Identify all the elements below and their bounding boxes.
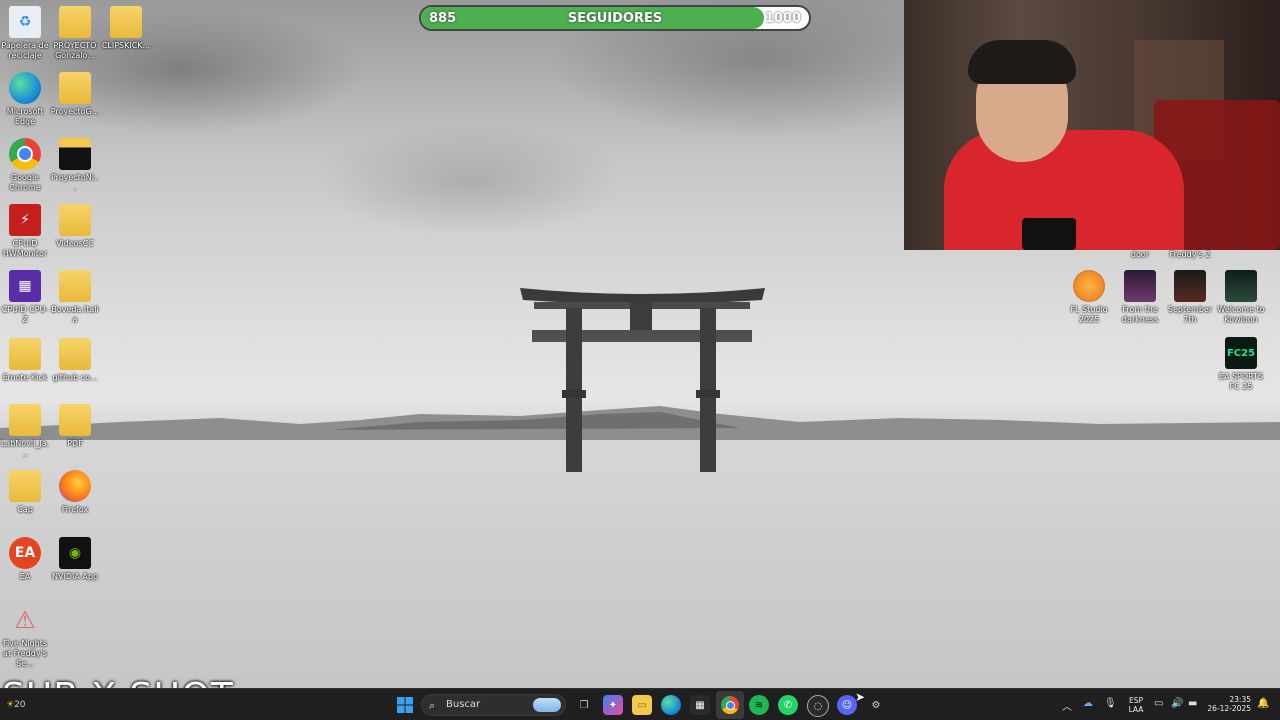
taskbar-steam[interactable]: ⚙ <box>866 695 886 715</box>
webcam-person-hair <box>968 40 1076 84</box>
game-icon <box>1124 270 1156 302</box>
file-explorer-button[interactable]: ▭ <box>632 695 652 715</box>
mouse-cursor-icon: ➤ <box>855 690 866 704</box>
folder-icon <box>9 470 41 502</box>
flstudio-icon <box>1073 270 1105 302</box>
desktop-icon-fc25[interactable]: FC25 EA SPORTS FC 25 <box>1216 337 1266 403</box>
desktop-icon-fnaf[interactable]: ⚠ Five Nights at Freddy's Se... <box>0 604 50 670</box>
copilot-icon: ✦ <box>608 699 618 711</box>
follower-goal-bar: 885 SEGUIDORES 1000 <box>419 5 811 31</box>
recycle-bin-icon: ♻ <box>9 6 41 38</box>
search-icon: ⌕ <box>429 699 436 712</box>
desktop-icon-clipskick[interactable]: CLIPSKICK... <box>101 6 151 72</box>
desktop-icon-proyectoni[interactable]: ProyectoNi... <box>50 138 100 204</box>
desktop-icon-door[interactable]: door <box>1115 250 1165 262</box>
torii-gate <box>520 288 765 472</box>
taskbar-search[interactable]: ⌕ Buscar <box>421 694 566 716</box>
desktop-icon-fl-studio[interactable]: FL Studio 2025 <box>1064 270 1114 336</box>
taskbar-chrome[interactable] <box>716 691 744 719</box>
webcam-overlay <box>904 0 1280 250</box>
desktop-icon-pdf[interactable]: PDF <box>50 404 100 470</box>
folder-icon <box>59 404 91 436</box>
desktop-icon-recycle-bin[interactable]: ♻ Papelera de reciclaje <box>0 6 50 72</box>
copilot-button[interactable]: ✦ <box>603 695 623 715</box>
folder-icon <box>59 6 91 38</box>
desktop-icon-from-the-darkness[interactable]: From the darkness <box>1115 270 1165 336</box>
desktop-icon-nvidia[interactable]: ◉ NVIDIA App <box>50 537 100 603</box>
taskbar: ☀ 20 ⌕ Buscar ❐ ✦ ▭ ▦ ≋ ✆ ◌ ☺ ⚙ ︿ ☁ 🎙 ES… <box>0 688 1280 720</box>
desktop-icon-videoscc[interactable]: VideosCC <box>50 204 100 270</box>
firefox-icon <box>59 470 91 502</box>
folder-icon <box>59 338 91 370</box>
taskbar-spotify[interactable]: ≋ <box>749 695 769 715</box>
chrome-icon <box>721 696 739 714</box>
clock[interactable]: 23:35 26-12-2025 <box>1205 695 1251 713</box>
taskbar-store[interactable]: ▦ <box>690 695 710 715</box>
hwmonitor-icon: ⚡ <box>9 204 41 236</box>
folder-icon <box>59 270 91 302</box>
desktop-icon-emote-kick[interactable]: Emote Kick <box>0 338 50 404</box>
folder-icon <box>59 204 91 236</box>
fnaf-icon: ⚠ <box>14 606 36 634</box>
webcam-microphone <box>1022 218 1076 250</box>
ea-icon: EA <box>9 537 41 569</box>
folder-icon <box>9 404 41 436</box>
follower-goal: 1000 <box>764 11 801 26</box>
chrome-icon <box>9 138 41 170</box>
desktop-icon-boveda[interactable]: Boveda.Italia <box>50 270 100 336</box>
folder-icon <box>59 72 91 104</box>
windows-icon <box>397 697 413 713</box>
taskbar-edge[interactable] <box>661 695 681 715</box>
game-icon <box>1225 270 1257 302</box>
folder-icon <box>110 6 142 38</box>
desktop-icon-proyectog[interactable]: ProyectoG... <box>50 72 100 138</box>
taskbar-whatsapp[interactable]: ✆ <box>778 695 798 715</box>
weather-icon: ☀ <box>6 700 15 710</box>
microphone-icon[interactable]: 🎙 <box>1104 698 1117 709</box>
folder-icon <box>59 138 91 170</box>
desktop-icon-freddys-2[interactable]: Freddy's 2 <box>1165 250 1215 262</box>
desktop-icon-hwmonitor[interactable]: ⚡ CPUID HWMonitor <box>0 204 50 270</box>
show-hidden-icons-chevron-icon[interactable]: ︿ <box>1062 698 1072 713</box>
fc25-icon: FC25 <box>1225 337 1257 369</box>
spotify-icon: ≋ <box>754 699 764 711</box>
nvidia-icon: ◉ <box>59 537 91 569</box>
desktop-icon-cpuz[interactable]: ▦ CPUID CPU-Z <box>0 270 50 336</box>
desktop-icon-firefox[interactable]: Firefox <box>50 470 100 536</box>
desktop-icon-github[interactable]: github co... <box>50 338 100 404</box>
task-view-button[interactable]: ❐ <box>574 695 594 715</box>
folder-icon <box>9 338 41 370</box>
desktop-icon-proyecto-gonzalo[interactable]: PROYECTO Gonzalo... <box>50 6 100 72</box>
desktop-icon-edge[interactable]: Microsoft Edge <box>0 72 50 138</box>
desktop-icon-chrome[interactable]: Google Chrome <box>0 138 50 204</box>
network-icon[interactable]: ▭ <box>1154 698 1163 709</box>
edge-icon <box>9 72 41 104</box>
onedrive-icon[interactable]: ☁ <box>1083 698 1093 709</box>
desktop-icon-labnovil[interactable]: LabNovil_Ja... <box>0 404 50 470</box>
discord-icon: ☺ <box>841 699 853 711</box>
language-indicator[interactable]: ESP LAA <box>1124 696 1148 714</box>
game-icon <box>1174 270 1206 302</box>
task-view-icon: ❐ <box>579 699 589 711</box>
desktop-icon-welcome-to-kowloon[interactable]: Welcome to Kowloon <box>1216 270 1266 336</box>
notifications-icon[interactable]: 🔔 <box>1257 698 1269 709</box>
start-button[interactable] <box>395 695 415 715</box>
desktop-icon-september-7th[interactable]: September 7th <box>1165 270 1215 336</box>
weather-widget[interactable]: ☀ 20 <box>6 695 46 715</box>
cpuz-icon: ▦ <box>9 270 41 302</box>
follower-label: SEGUIDORES <box>567 11 663 26</box>
steam-icon: ⚙ <box>871 699 881 711</box>
battery-icon[interactable]: ▬ <box>1188 698 1197 709</box>
desktop-icon-ea[interactable]: EA EA <box>0 537 50 603</box>
github-icon: ◌ <box>813 700 823 712</box>
whatsapp-icon: ✆ <box>783 699 793 711</box>
taskbar-github-desktop[interactable]: ◌ <box>807 695 829 717</box>
folder-icon: ▭ <box>637 699 647 711</box>
search-highlight-icon <box>533 698 561 712</box>
volume-icon[interactable]: 🔊 <box>1171 698 1183 709</box>
desktop-icon-cap[interactable]: Cap <box>0 470 50 536</box>
taskbar-discord[interactable]: ☺ <box>837 695 857 715</box>
store-icon: ▦ <box>695 699 705 711</box>
